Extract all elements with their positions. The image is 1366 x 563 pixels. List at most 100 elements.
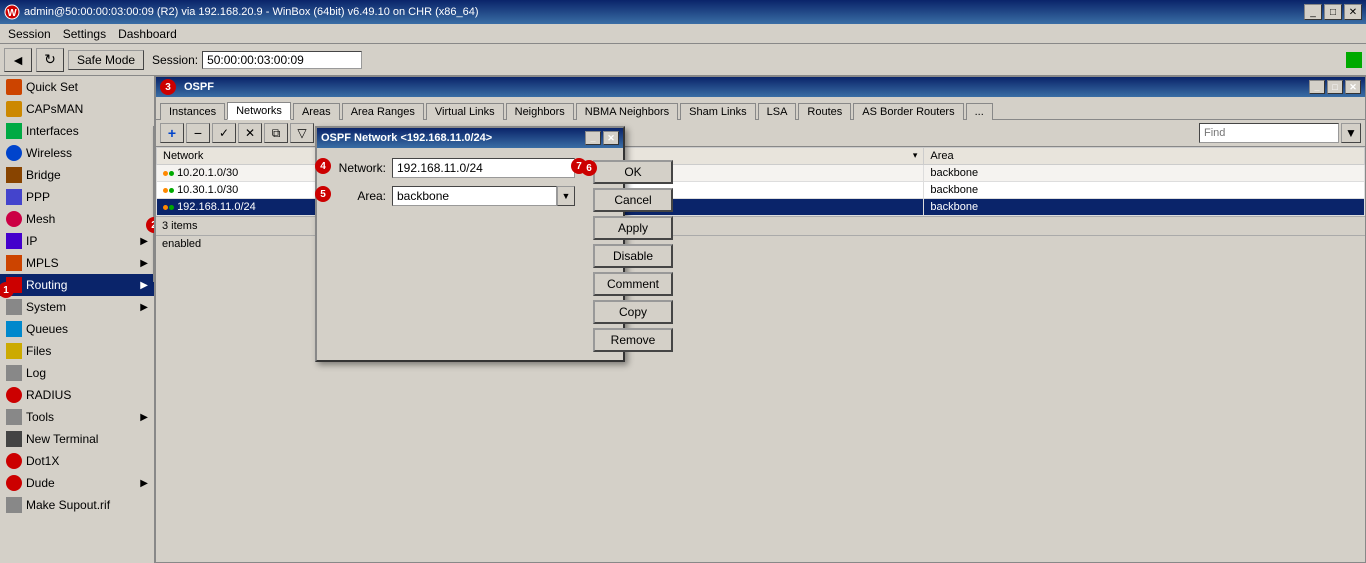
tab-as-border-routers[interactable]: AS Border Routers	[853, 103, 963, 120]
routing-arrow-icon: ▶	[140, 280, 148, 291]
ok-button[interactable]: OK	[593, 160, 673, 184]
badge-6: 6	[581, 160, 597, 176]
capsman-icon	[6, 101, 22, 117]
disable-button[interactable]: ✕	[238, 123, 262, 143]
maximize-button[interactable]: □	[1324, 4, 1342, 20]
badge-2: 2	[146, 217, 155, 233]
window-controls[interactable]: _ □ ✕	[1304, 4, 1362, 20]
sidebar-item-queues[interactable]: Queues	[0, 318, 154, 340]
sidebar-item-dot1x[interactable]: Dot1X	[0, 450, 154, 472]
find-input[interactable]	[1199, 123, 1339, 143]
main-layout: Quick Set CAPsMAN Interfaces Wireless Br…	[0, 76, 1366, 563]
tab-neighbors[interactable]: Neighbors	[506, 103, 574, 120]
ospf-maximize-button[interactable]: □	[1327, 80, 1343, 94]
network-field-row: 4 Network: 7	[327, 158, 575, 178]
enable-button[interactable]: ✓	[212, 123, 236, 143]
sidebar-item-make-supout[interactable]: Make Supout.rif	[0, 494, 154, 516]
network-label: Network:	[327, 161, 392, 175]
sidebar-item-ppp[interactable]: PPP	[0, 186, 154, 208]
tab-routes[interactable]: Routes	[798, 103, 851, 120]
add-button[interactable]: +	[160, 123, 184, 143]
area-select-wrapper: ▼	[392, 186, 575, 206]
cell-area: backbone	[924, 165, 1365, 182]
sidebar-item-routing[interactable]: Routing ▶	[0, 274, 154, 296]
remove-button[interactable]: Remove	[593, 328, 673, 352]
tab-more[interactable]: ...	[966, 103, 993, 120]
copy-button[interactable]: Copy	[593, 300, 673, 324]
dialog-form: 4 Network: 7 5	[317, 148, 585, 360]
sidebar-item-dude[interactable]: Dude ▶	[0, 472, 154, 494]
remove-button[interactable]: −	[186, 123, 210, 143]
system-arrow-icon: ▶	[140, 302, 148, 313]
queues-icon	[6, 321, 22, 337]
row-status-icon	[163, 205, 174, 210]
dialog-minimize-button[interactable]: _	[585, 131, 601, 145]
row-status-icon	[163, 171, 174, 176]
sidebar-item-tools[interactable]: Tools ▶	[0, 406, 154, 428]
tab-sham-links[interactable]: Sham Links	[680, 103, 755, 120]
radius-icon	[6, 387, 22, 403]
ip-arrow-icon: ▶	[140, 236, 148, 247]
sidebar-item-system[interactable]: System ▶	[0, 296, 154, 318]
cell-area: backbone	[924, 199, 1365, 216]
menu-dashboard[interactable]: Dashboard	[112, 25, 183, 43]
apply-button[interactable]: Apply	[593, 216, 673, 240]
ospf-close-button[interactable]: ✕	[1345, 80, 1361, 94]
tab-lsa[interactable]: LSA	[758, 103, 797, 120]
tab-areas[interactable]: Areas	[293, 103, 340, 120]
sidebar-item-bridge[interactable]: Bridge	[0, 164, 154, 186]
dude-arrow-icon: ▶	[140, 478, 148, 489]
sidebar-item-files[interactable]: Files	[0, 340, 154, 362]
mesh-icon	[6, 211, 22, 227]
sidebar-item-capsman[interactable]: CAPsMAN	[0, 98, 154, 120]
files-icon	[6, 343, 22, 359]
area-dropdown-button[interactable]: ▼	[557, 186, 575, 206]
refresh-button[interactable]: ↻	[36, 48, 64, 72]
dialog-title: OSPF Network <192.168.11.0/24>	[321, 132, 583, 144]
tab-area-ranges[interactable]: Area Ranges	[342, 103, 424, 120]
row-status-icon	[163, 188, 174, 193]
filter-button[interactable]: ▽	[290, 123, 314, 143]
session-value: 50:00:00:03:00:09	[202, 51, 362, 69]
sidebar-item-ip[interactable]: IP ▶	[0, 230, 154, 252]
sort-icon[interactable]: ▾	[913, 150, 918, 161]
quick-set-icon	[6, 79, 22, 95]
disable-button[interactable]: Disable	[593, 244, 673, 268]
network-input[interactable]	[392, 158, 575, 178]
sidebar-item-quick-set[interactable]: Quick Set	[0, 76, 154, 98]
back-button[interactable]: ◄	[4, 48, 32, 72]
cancel-button[interactable]: Cancel	[593, 188, 673, 212]
menu-bar: Session Settings Dashboard	[0, 24, 1366, 44]
mpls-arrow-icon: ▶	[140, 258, 148, 269]
sidebar-item-mesh[interactable]: Mesh	[0, 208, 154, 230]
tab-virtual-links[interactable]: Virtual Links	[426, 103, 504, 120]
dude-icon	[6, 475, 22, 491]
minimize-button[interactable]: _	[1304, 4, 1322, 20]
safe-mode-button[interactable]: Safe Mode	[68, 50, 144, 70]
window-title: admin@50:00:00:03:00:09 (R2) via 192.168…	[24, 6, 1304, 18]
sidebar-item-wireless[interactable]: Wireless	[0, 142, 154, 164]
tab-instances[interactable]: Instances	[160, 103, 225, 120]
ospf-tabs-bar: Instances Networks Areas Area Ranges Vir…	[156, 97, 1365, 120]
copy-button[interactable]: ⧉	[264, 123, 288, 143]
ospf-minimize-button[interactable]: _	[1309, 80, 1325, 94]
sidebar-item-mpls[interactable]: MPLS ▶	[0, 252, 154, 274]
area-select-input[interactable]	[392, 186, 557, 206]
sidebar-item-radius[interactable]: RADIUS	[0, 384, 154, 406]
menu-settings[interactable]: Settings	[57, 25, 112, 43]
sidebar-item-routing-container: Routing ▶ BFD BGP Filters MME	[0, 274, 154, 296]
sidebar-item-interfaces[interactable]: Interfaces	[0, 120, 154, 142]
close-button[interactable]: ✕	[1344, 4, 1362, 20]
mpls-icon	[6, 255, 22, 271]
terminal-icon	[6, 431, 22, 447]
find-dropdown-button[interactable]: ▼	[1341, 123, 1361, 143]
sidebar-item-new-terminal[interactable]: New Terminal	[0, 428, 154, 450]
tab-networks[interactable]: Networks	[227, 102, 291, 120]
title-bar: W admin@50:00:00:03:00:09 (R2) via 192.1…	[0, 0, 1366, 24]
tab-nbma-neighbors[interactable]: NBMA Neighbors	[576, 103, 678, 120]
make-icon	[6, 497, 22, 513]
menu-session[interactable]: Session	[2, 25, 57, 43]
dialog-close-button[interactable]: ✕	[603, 131, 619, 145]
comment-button[interactable]: Comment	[593, 272, 673, 296]
sidebar-item-log[interactable]: Log	[0, 362, 154, 384]
